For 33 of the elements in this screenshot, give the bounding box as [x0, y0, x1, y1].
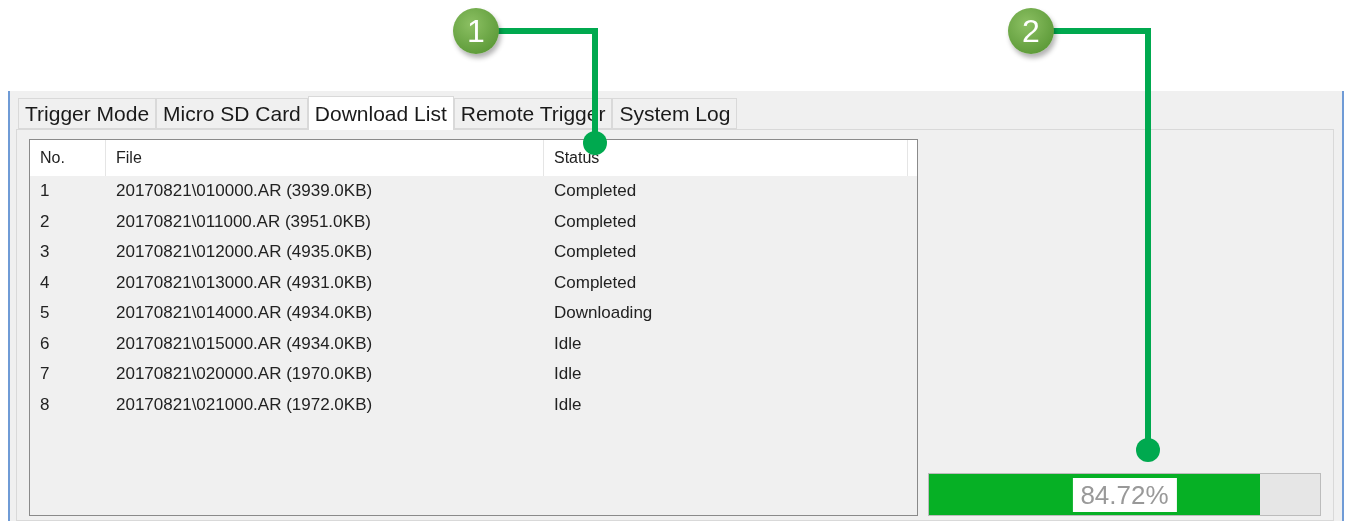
column-header[interactable]: No. [30, 140, 106, 176]
callout-badge: 1 [453, 8, 499, 54]
table-cell-text: 20170821\012000.AR (4935.0KB) [115, 242, 374, 263]
tab[interactable]: Download List [307, 96, 454, 130]
table-cell-text: 20170821\020000.AR (1970.0KB) [115, 364, 374, 385]
table-cell-text: Completed [553, 272, 638, 293]
tab[interactable]: Micro SD Card [156, 98, 308, 129]
table-cell-text: 6 [39, 333, 51, 354]
table-cell-text: Downloading [553, 303, 654, 324]
tab[interactable]: Trigger Mode [18, 98, 157, 129]
table-cell-text: 20170821\015000.AR (4934.0KB) [115, 333, 374, 354]
tab[interactable]: System Log [612, 98, 738, 129]
table-cell-text: 20170821\011000.AR (3951.0KB) [115, 211, 372, 232]
table-cell-text: Idle [553, 364, 583, 385]
table-cell-text: 20170821\014000.AR (4934.0KB) [115, 303, 374, 324]
table-cell-text: 4 [39, 272, 51, 293]
table-cell-text: 5 [39, 303, 51, 324]
table-cell-text: 3 [39, 242, 51, 263]
table-cell-text: 7 [39, 364, 51, 385]
table-cell-text: 20170821\010000.AR (3939.0KB) [115, 181, 374, 202]
table-cell-text: Completed [553, 211, 638, 232]
progress-reading: 84.72% [1072, 478, 1177, 512]
callout-badge: 2 [1008, 8, 1054, 54]
table-cell-text: 2 [39, 211, 51, 232]
table-cell-text: 20170821\021000.AR (1972.0KB) [115, 394, 374, 415]
table-cell-text: Completed [553, 242, 638, 263]
table-cell-text: Completed [553, 181, 638, 202]
table-cell-text: Idle [553, 333, 583, 354]
table-cell-text: Idle [553, 394, 583, 415]
table-cell-text: 20170821\013000.AR (4931.0KB) [115, 272, 374, 293]
table-cell-text: 8 [39, 394, 51, 415]
table-cell-text: 1 [39, 181, 51, 202]
column-header[interactable]: File [106, 140, 544, 176]
